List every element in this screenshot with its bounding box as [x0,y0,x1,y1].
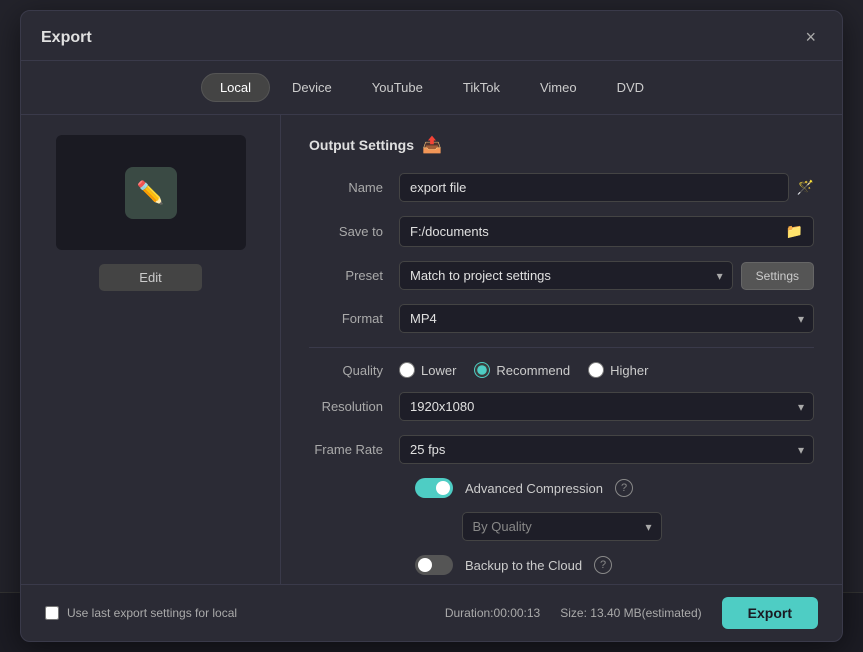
dialog-title: Export [41,29,92,47]
preset-control: Match to project settings Settings [399,261,814,290]
divider-1 [309,347,814,348]
advanced-compression-row: Advanced Compression ? [309,478,814,498]
duration-text: Duration:00:00:13 [445,606,540,620]
tab-tiktok[interactable]: TikTok [445,74,518,101]
quality-lower-radio[interactable] [399,362,415,378]
quality-dropdown-select[interactable]: By Quality By Bitrate [462,512,662,541]
format-select[interactable]: MP4 MOV AVI [399,304,814,333]
preview-panel: ✏️ Edit [21,115,281,584]
resolution-row: Resolution 1920x1080 1280x720 3840x2160 [309,392,814,421]
advanced-compression-label: Advanced Compression [465,481,603,496]
toggle-slider-advanced [415,478,453,498]
edit-button[interactable]: Edit [99,264,201,291]
backup-cloud-row: Backup to the Cloud ? [309,555,814,575]
resolution-control: 1920x1080 1280x720 3840x2160 [399,392,814,421]
backup-cloud-toggle[interactable] [415,555,453,575]
export-dialog: Export × Local Device YouTube TikTok Vim… [20,10,843,642]
footer-left: Use last export settings for local [45,606,237,620]
export-button[interactable]: Export [722,597,818,629]
ai-icon[interactable]: 🪄 [797,179,814,196]
advanced-compression-help-icon[interactable]: ? [615,479,633,497]
preset-select[interactable]: Match to project settings [399,261,733,290]
pencil-icon: ✏️ [137,180,164,206]
backup-cloud-label: Backup to the Cloud [465,558,582,573]
tab-vimeo[interactable]: Vimeo [522,74,595,101]
close-button[interactable]: × [799,25,822,50]
save-to-control: F:/documents 📁 [399,216,814,247]
name-control: 🪄 [399,173,814,202]
tab-device[interactable]: Device [274,74,350,101]
footer-right: Duration:00:00:13 Size: 13.40 MB(estimat… [445,597,818,629]
folder-icon[interactable]: 📁 [786,223,803,240]
settings-panel: Output Settings 📤 Name 🪄 Save to [281,115,842,584]
folder-input-wrap[interactable]: F:/documents 📁 [399,216,814,247]
last-settings-label[interactable]: Use last export settings for local [67,606,237,620]
backup-cloud-help-icon[interactable]: ? [594,556,612,574]
quality-higher-item: Higher [588,362,648,378]
quality-lower-item: Lower [399,362,456,378]
frame-rate-row: Frame Rate 25 fps 30 fps 60 fps 24 fps [309,435,814,464]
quality-row: Quality Lower Recommend Higher [309,362,814,378]
format-control: MP4 MOV AVI [399,304,814,333]
format-label: Format [309,311,399,326]
dialog-header: Export × [21,11,842,61]
resolution-select-wrap: 1920x1080 1280x720 3840x2160 [399,392,814,421]
frame-rate-label: Frame Rate [309,442,399,457]
preset-select-wrap: Match to project settings [399,261,733,290]
quality-dropdown-wrap: By Quality By Bitrate [462,512,662,541]
format-row: Format MP4 MOV AVI [309,304,814,333]
frame-rate-select-wrap: 25 fps 30 fps 60 fps 24 fps [399,435,814,464]
name-label: Name [309,180,399,195]
quality-radio-group: Lower Recommend Higher [399,362,648,378]
name-row: Name 🪄 [309,173,814,202]
preset-row: Preset Match to project settings Setting… [309,261,814,290]
output-settings-icon: 📤 [422,135,442,155]
quality-higher-label[interactable]: Higher [610,363,648,378]
quality-dropdown-row: By Quality By Bitrate [309,512,814,541]
quality-recommend-label[interactable]: Recommend [496,363,570,378]
tab-local[interactable]: Local [201,73,270,102]
quality-lower-label[interactable]: Lower [421,363,456,378]
save-to-label: Save to [309,224,399,239]
tabs-bar: Local Device YouTube TikTok Vimeo DVD [21,61,842,115]
save-to-row: Save to F:/documents 📁 [309,216,814,247]
settings-button[interactable]: Settings [741,262,814,290]
app-background: Export × Local Device YouTube TikTok Vim… [0,0,863,652]
quality-recommend-radio[interactable] [474,362,490,378]
tab-youtube[interactable]: YouTube [354,74,441,101]
advanced-compression-toggle[interactable] [415,478,453,498]
last-settings-checkbox[interactable] [45,606,59,620]
preset-label: Preset [309,268,399,283]
quality-higher-radio[interactable] [588,362,604,378]
resolution-select[interactable]: 1920x1080 1280x720 3840x2160 [399,392,814,421]
resolution-label: Resolution [309,399,399,414]
dialog-body: ✏️ Edit Output Settings 📤 Name 🪄 [21,115,842,584]
preview-thumbnail: ✏️ [56,135,246,250]
toggle-slider-backup [415,555,453,575]
quality-label: Quality [309,363,399,378]
quality-recommend-item: Recommend [474,362,570,378]
frame-rate-control: 25 fps 30 fps 60 fps 24 fps [399,435,814,464]
format-select-wrap: MP4 MOV AVI [399,304,814,333]
dialog-footer: Use last export settings for local Durat… [21,584,842,641]
frame-rate-select[interactable]: 25 fps 30 fps 60 fps 24 fps [399,435,814,464]
edit-icon-box: ✏️ [125,167,177,219]
section-title: Output Settings 📤 [309,135,814,155]
size-text: Size: 13.40 MB(estimated) [560,606,701,620]
folder-path-text: F:/documents [410,224,786,239]
name-input[interactable] [399,173,789,202]
tab-dvd[interactable]: DVD [599,74,662,101]
